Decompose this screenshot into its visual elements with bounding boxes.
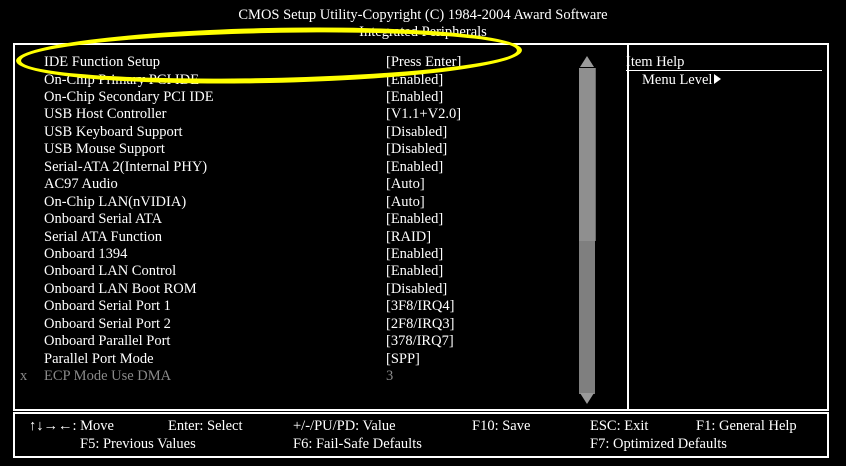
setting-label: Onboard LAN Control (44, 263, 177, 280)
footer-previous-values: F5: Previous Values (80, 436, 196, 452)
footer-value: +/-/PU/PD: Value (293, 418, 396, 434)
scroll-down-arrow-icon[interactable] (580, 393, 594, 404)
item-help-title: Item Help (626, 54, 685, 70)
setting-label: Onboard LAN Boot ROM (44, 280, 197, 297)
setting-label: ECP Mode Use DMA (44, 368, 172, 385)
footer-optimized-defaults: F7: Optimized Defaults (590, 436, 727, 452)
setting-label: AC97 Audio (44, 176, 118, 193)
setting-value[interactable]: [Disabled] (386, 123, 447, 141)
footer-move: ↑↓→←: Move (29, 417, 114, 435)
setting-label: Onboard 1394 (44, 245, 128, 262)
title-line-1: CMOS Setup Utility-Copyright (C) 1984-20… (238, 7, 608, 23)
footer-save: F10: Save (472, 418, 531, 434)
scroll-up-arrow-icon[interactable] (580, 56, 594, 67)
setting-value[interactable]: [Enabled] (386, 245, 443, 263)
setting-value[interactable]: [Auto] (386, 193, 425, 211)
setting-value[interactable]: [2F8/IRQ3] (386, 315, 454, 333)
setting-value[interactable]: [3F8/IRQ4] (386, 297, 454, 315)
setting-value: 3 (386, 368, 394, 385)
menu-level: Menu Level (642, 71, 722, 89)
setting-value[interactable]: [SPP] (386, 350, 420, 368)
setting-value[interactable]: [Disabled] (386, 140, 447, 158)
setting-value[interactable]: [Enabled] (386, 262, 443, 280)
setting-label: Serial ATA Function (44, 228, 163, 245)
menu-level-label: Menu Level (642, 72, 713, 88)
setting-value[interactable]: [Enabled] (386, 88, 443, 106)
footer-general-help: F1: General Help (696, 418, 797, 434)
setting-label: USB Mouse Support (44, 141, 165, 158)
footer-exit: ESC: Exit (590, 418, 649, 434)
setting-value[interactable]: [Enabled] (386, 210, 443, 228)
panel-divider (627, 45, 629, 409)
setting-label: USB Keyboard Support (44, 123, 183, 140)
setting-value[interactable]: [Enabled] (386, 158, 443, 176)
setting-value[interactable]: [Disabled] (386, 280, 447, 298)
setting-label: Onboard Serial Port 2 (44, 315, 171, 332)
setting-label: On-Chip Secondary PCI IDE (44, 88, 214, 105)
scrollbar-thumb[interactable] (579, 68, 596, 241)
footer-failsafe-defaults: F6: Fail-Safe Defaults (293, 436, 422, 452)
setting-label: Onboard Parallel Port (44, 333, 171, 350)
footer-move-label: : Move (72, 418, 114, 434)
arrow-keys-icon: ↑↓→← (29, 418, 73, 434)
setting-value[interactable]: [V1.1+V2.0] (386, 105, 461, 123)
setting-value[interactable]: [RAID] (386, 228, 431, 246)
menu-level-arrow-icon (714, 74, 722, 84)
setting-label: On-Chip LAN(nVIDIA) (44, 193, 187, 210)
setting-label: Parallel Port Mode (44, 350, 154, 367)
setting-value[interactable]: [378/IRQ7] (386, 332, 454, 350)
disabled-mark: x (20, 368, 28, 385)
setting-label: USB Host Controller (44, 106, 167, 123)
setting-label: Serial-ATA 2(Internal PHY) (44, 158, 208, 175)
setting-label: Onboard Serial ATA (44, 211, 163, 227)
setting-value[interactable]: [Auto] (386, 175, 425, 193)
setting-label: Onboard Serial Port 1 (44, 298, 171, 315)
footer-enter-select: Enter: Select (168, 418, 243, 434)
